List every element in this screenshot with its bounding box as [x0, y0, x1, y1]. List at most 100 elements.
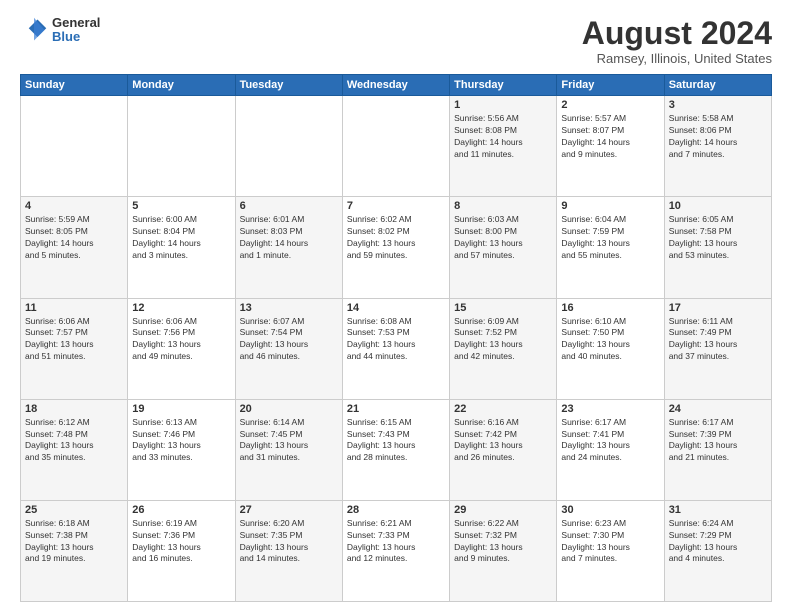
day-number: 27 [240, 504, 338, 516]
day-info: Sunrise: 6:01 AM Sunset: 8:03 PM Dayligh… [240, 214, 338, 262]
calendar-cell: 11Sunrise: 6:06 AM Sunset: 7:57 PM Dayli… [21, 298, 128, 399]
calendar-cell: 4Sunrise: 5:59 AM Sunset: 8:05 PM Daylig… [21, 197, 128, 298]
logo-icon [20, 16, 48, 44]
calendar-cell: 21Sunrise: 6:15 AM Sunset: 7:43 PM Dayli… [342, 399, 449, 500]
day-info: Sunrise: 5:57 AM Sunset: 8:07 PM Dayligh… [561, 113, 659, 161]
calendar-cell: 12 Sunrise: 6:06 AM Sunset: 7:56 PM Dayli… [128, 298, 235, 399]
calendar-cell: 19 Sunrise: 6:13 AM Sunset: 7:46 PM Dayli… [128, 399, 235, 500]
calendar-title: August 2024 [582, 16, 772, 51]
day-header-sunday: Sunday [21, 75, 128, 96]
day-info: Sunrise: 6:13 AM Sunset: 7:46 PM Dayligh… [132, 417, 230, 465]
calendar-week-row: 4Sunrise: 5:59 AM Sunset: 8:05 PM Daylig… [21, 197, 772, 298]
calendar-cell: 10Sunrise: 6:05 AM Sunset: 7:58 PM Dayli… [664, 197, 771, 298]
calendar-cell: 8 Sunrise: 6:03 AM Sunset: 8:00 PM Daylig… [450, 197, 557, 298]
day-info: Sunrise: 6:11 AM Sunset: 7:49 PM Dayligh… [669, 316, 767, 364]
calendar-week-row: 1 Sunrise: 5:56 AM Sunset: 8:08 PM Daylig… [21, 96, 772, 197]
day-number: 24 [669, 403, 767, 415]
calendar-table: SundayMondayTuesdayWednesdayThursdayFrid… [20, 74, 772, 602]
logo-general: General [52, 16, 100, 30]
day-number: 2 [561, 99, 659, 111]
page: General Blue August 2024 Ramsey, Illinoi… [0, 0, 792, 612]
day-info: Sunrise: 6:16 AM Sunset: 7:42 PM Dayligh… [454, 417, 552, 465]
day-info: Sunrise: 6:07 AM Sunset: 7:54 PM Dayligh… [240, 316, 338, 364]
logo-blue: Blue [52, 30, 100, 44]
day-number: 8 [454, 200, 552, 212]
day-header-wednesday: Wednesday [342, 75, 449, 96]
day-header-saturday: Saturday [664, 75, 771, 96]
calendar-cell: 1 Sunrise: 5:56 AM Sunset: 8:08 PM Daylig… [450, 96, 557, 197]
calendar-subtitle: Ramsey, Illinois, United States [582, 51, 772, 66]
day-info: Sunrise: 6:05 AM Sunset: 7:58 PM Dayligh… [669, 214, 767, 262]
title-block: August 2024 Ramsey, Illinois, United Sta… [582, 16, 772, 66]
day-number: 18 [25, 403, 123, 415]
calendar-cell: 2 Sunrise: 5:57 AM Sunset: 8:07 PM Daylig… [557, 96, 664, 197]
day-number: 4 [25, 200, 123, 212]
day-number: 26 [132, 504, 230, 516]
day-number: 14 [347, 302, 445, 314]
calendar-cell: 6 Sunrise: 6:01 AM Sunset: 8:03 PM Daylig… [235, 197, 342, 298]
day-number: 23 [561, 403, 659, 415]
calendar-cell [21, 96, 128, 197]
day-number: 15 [454, 302, 552, 314]
day-info: Sunrise: 6:06 AM Sunset: 7:56 PM Dayligh… [132, 316, 230, 364]
day-number: 22 [454, 403, 552, 415]
calendar-week-row: 11Sunrise: 6:06 AM Sunset: 7:57 PM Dayli… [21, 298, 772, 399]
calendar-week-row: 18Sunrise: 6:12 AM Sunset: 7:48 PM Dayli… [21, 399, 772, 500]
calendar-cell: 24 Sunrise: 6:17 AM Sunset: 7:39 PM Dayli… [664, 399, 771, 500]
day-info: Sunrise: 6:10 AM Sunset: 7:50 PM Dayligh… [561, 316, 659, 364]
day-header-thursday: Thursday [450, 75, 557, 96]
calendar-cell: 16 Sunrise: 6:10 AM Sunset: 7:50 PM Dayli… [557, 298, 664, 399]
calendar-cell [128, 96, 235, 197]
day-number: 25 [25, 504, 123, 516]
calendar-cell: 29Sunrise: 6:22 AM Sunset: 7:32 PM Dayli… [450, 500, 557, 601]
day-info: Sunrise: 6:02 AM Sunset: 8:02 PM Dayligh… [347, 214, 445, 262]
day-info: Sunrise: 6:06 AM Sunset: 7:57 PM Dayligh… [25, 316, 123, 364]
logo-text: General Blue [52, 16, 100, 45]
day-info: Sunrise: 6:24 AM Sunset: 7:29 PM Dayligh… [669, 518, 767, 566]
calendar-header-row: SundayMondayTuesdayWednesdayThursdayFrid… [21, 75, 772, 96]
calendar-cell: 3 Sunrise: 5:58 AM Sunset: 8:06 PM Daylig… [664, 96, 771, 197]
calendar-cell: 7 Sunrise: 6:02 AM Sunset: 8:02 PM Daylig… [342, 197, 449, 298]
day-number: 17 [669, 302, 767, 314]
day-number: 9 [561, 200, 659, 212]
day-header-monday: Monday [128, 75, 235, 96]
calendar-cell: 27Sunrise: 6:20 AM Sunset: 7:35 PM Dayli… [235, 500, 342, 601]
day-number: 12 [132, 302, 230, 314]
calendar-cell [235, 96, 342, 197]
calendar-cell: 31 Sunrise: 6:24 AM Sunset: 7:29 PM Dayli… [664, 500, 771, 601]
calendar-week-row: 25Sunrise: 6:18 AM Sunset: 7:38 PM Dayli… [21, 500, 772, 601]
day-number: 16 [561, 302, 659, 314]
day-number: 21 [347, 403, 445, 415]
day-info: Sunrise: 5:58 AM Sunset: 8:06 PM Dayligh… [669, 113, 767, 161]
calendar-cell: 9 Sunrise: 6:04 AM Sunset: 7:59 PM Daylig… [557, 197, 664, 298]
day-number: 20 [240, 403, 338, 415]
day-number: 6 [240, 200, 338, 212]
day-number: 31 [669, 504, 767, 516]
calendar-cell: 26Sunrise: 6:19 AM Sunset: 7:36 PM Dayli… [128, 500, 235, 601]
calendar-cell: 23 Sunrise: 6:17 AM Sunset: 7:41 PM Dayli… [557, 399, 664, 500]
day-info: Sunrise: 6:17 AM Sunset: 7:39 PM Dayligh… [669, 417, 767, 465]
day-number: 19 [132, 403, 230, 415]
day-number: 28 [347, 504, 445, 516]
header: General Blue August 2024 Ramsey, Illinoi… [20, 16, 772, 66]
day-number: 29 [454, 504, 552, 516]
day-info: Sunrise: 5:56 AM Sunset: 8:08 PM Dayligh… [454, 113, 552, 161]
day-info: Sunrise: 6:23 AM Sunset: 7:30 PM Dayligh… [561, 518, 659, 566]
day-number: 5 [132, 200, 230, 212]
day-info: Sunrise: 6:14 AM Sunset: 7:45 PM Dayligh… [240, 417, 338, 465]
day-number: 3 [669, 99, 767, 111]
day-info: Sunrise: 6:03 AM Sunset: 8:00 PM Dayligh… [454, 214, 552, 262]
day-number: 1 [454, 99, 552, 111]
calendar-cell [342, 96, 449, 197]
calendar-cell: 14Sunrise: 6:08 AM Sunset: 7:53 PM Dayli… [342, 298, 449, 399]
day-info: Sunrise: 6:04 AM Sunset: 7:59 PM Dayligh… [561, 214, 659, 262]
day-number: 13 [240, 302, 338, 314]
calendar-cell: 30 Sunrise: 6:23 AM Sunset: 7:30 PM Dayli… [557, 500, 664, 601]
calendar-cell: 13 Sunrise: 6:07 AM Sunset: 7:54 PM Dayli… [235, 298, 342, 399]
calendar-cell: 18Sunrise: 6:12 AM Sunset: 7:48 PM Dayli… [21, 399, 128, 500]
day-info: Sunrise: 6:09 AM Sunset: 7:52 PM Dayligh… [454, 316, 552, 364]
day-number: 30 [561, 504, 659, 516]
calendar-cell: 15 Sunrise: 6:09 AM Sunset: 7:52 PM Dayli… [450, 298, 557, 399]
day-number: 7 [347, 200, 445, 212]
day-info: Sunrise: 6:17 AM Sunset: 7:41 PM Dayligh… [561, 417, 659, 465]
